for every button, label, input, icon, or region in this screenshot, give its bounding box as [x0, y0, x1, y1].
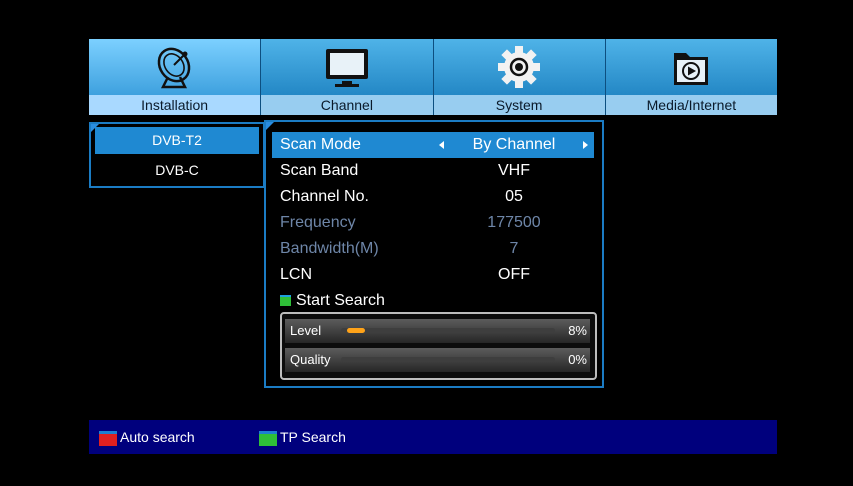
scan-settings-panel: Scan Mode By Channel Scan Band VHF Chann… [264, 120, 604, 388]
bandwidth-row: Bandwidth(M) 7 [272, 236, 594, 262]
setting-label: LCN [280, 266, 313, 283]
left-arrow-icon[interactable] [439, 141, 444, 149]
setting-label: Scan Mode [280, 136, 361, 153]
setting-label: Scan Band [280, 162, 359, 179]
signal-level-row: Level 8% [285, 319, 590, 343]
satellite-dish-icon [157, 47, 190, 89]
auto-search-label: Auto search [120, 429, 195, 445]
level-percent: 8% [568, 323, 587, 338]
setting-value: By Channel [472, 136, 556, 153]
gear-icon [498, 46, 541, 88]
tab-installation[interactable]: Installation [89, 39, 262, 115]
level-bar-track [341, 328, 555, 333]
green-key-icon [259, 430, 277, 446]
tab-system[interactable]: System [433, 39, 606, 115]
focus-corner-marker [91, 124, 99, 132]
start-search-label: Start Search [296, 292, 385, 309]
level-bar-fill [347, 328, 365, 333]
quality-label: Quality [290, 352, 331, 367]
tab-channel[interactable]: Channel [261, 39, 434, 115]
scan-mode-row[interactable]: Scan Mode By Channel [272, 132, 594, 158]
help-bar: Auto search TP Search [89, 420, 777, 454]
list-item-dvb-c[interactable]: DVB-C [95, 157, 259, 184]
tab-label: Installation [89, 95, 261, 115]
start-search-button[interactable]: Start Search [280, 288, 385, 314]
signal-quality-row: Quality 0% [285, 348, 590, 372]
green-key-icon [280, 295, 291, 307]
setting-value: 7 [509, 240, 519, 257]
red-key-icon [99, 430, 117, 446]
quality-percent: 0% [568, 352, 587, 367]
start-search-row[interactable]: Start Search [272, 288, 594, 314]
frequency-row: Frequency 177500 [272, 210, 594, 236]
setting-value: VHF [498, 162, 530, 179]
tp-search-label: TP Search [280, 429, 346, 445]
tp-search-hint[interactable]: TP Search [259, 428, 346, 446]
setting-value: 177500 [487, 214, 541, 231]
main-menu-tabs: Installation Channel System Media/Intern… [89, 39, 777, 115]
tv-icon [325, 49, 368, 87]
tab-label: Media/Internet [605, 95, 777, 115]
scan-band-row[interactable]: Scan Band VHF [272, 158, 594, 184]
setting-value: OFF [498, 266, 530, 283]
level-label: Level [290, 323, 322, 338]
lcn-row[interactable]: LCN OFF [272, 262, 594, 288]
tab-label: Channel [261, 95, 433, 115]
list-item-dvb-t2[interactable]: DVB-T2 [95, 127, 259, 154]
setting-label: Bandwidth(M) [280, 240, 379, 257]
channel-no-row[interactable]: Channel No. 05 [272, 184, 594, 210]
setting-label: Frequency [280, 214, 356, 231]
quality-bar-track [341, 357, 555, 362]
setting-label: Channel No. [280, 188, 369, 205]
signal-box: Level 8% Quality 0% [280, 312, 597, 380]
media-folder-icon [674, 53, 709, 85]
right-arrow-icon[interactable] [583, 141, 588, 149]
focus-corner-marker [266, 122, 274, 130]
tab-media-internet[interactable]: Media/Internet [605, 39, 777, 115]
setting-value: 05 [505, 188, 523, 205]
auto-search-hint[interactable]: Auto search [99, 428, 195, 446]
tab-label: System [433, 95, 605, 115]
delivery-system-list: DVB-T2 DVB-C [89, 122, 265, 188]
